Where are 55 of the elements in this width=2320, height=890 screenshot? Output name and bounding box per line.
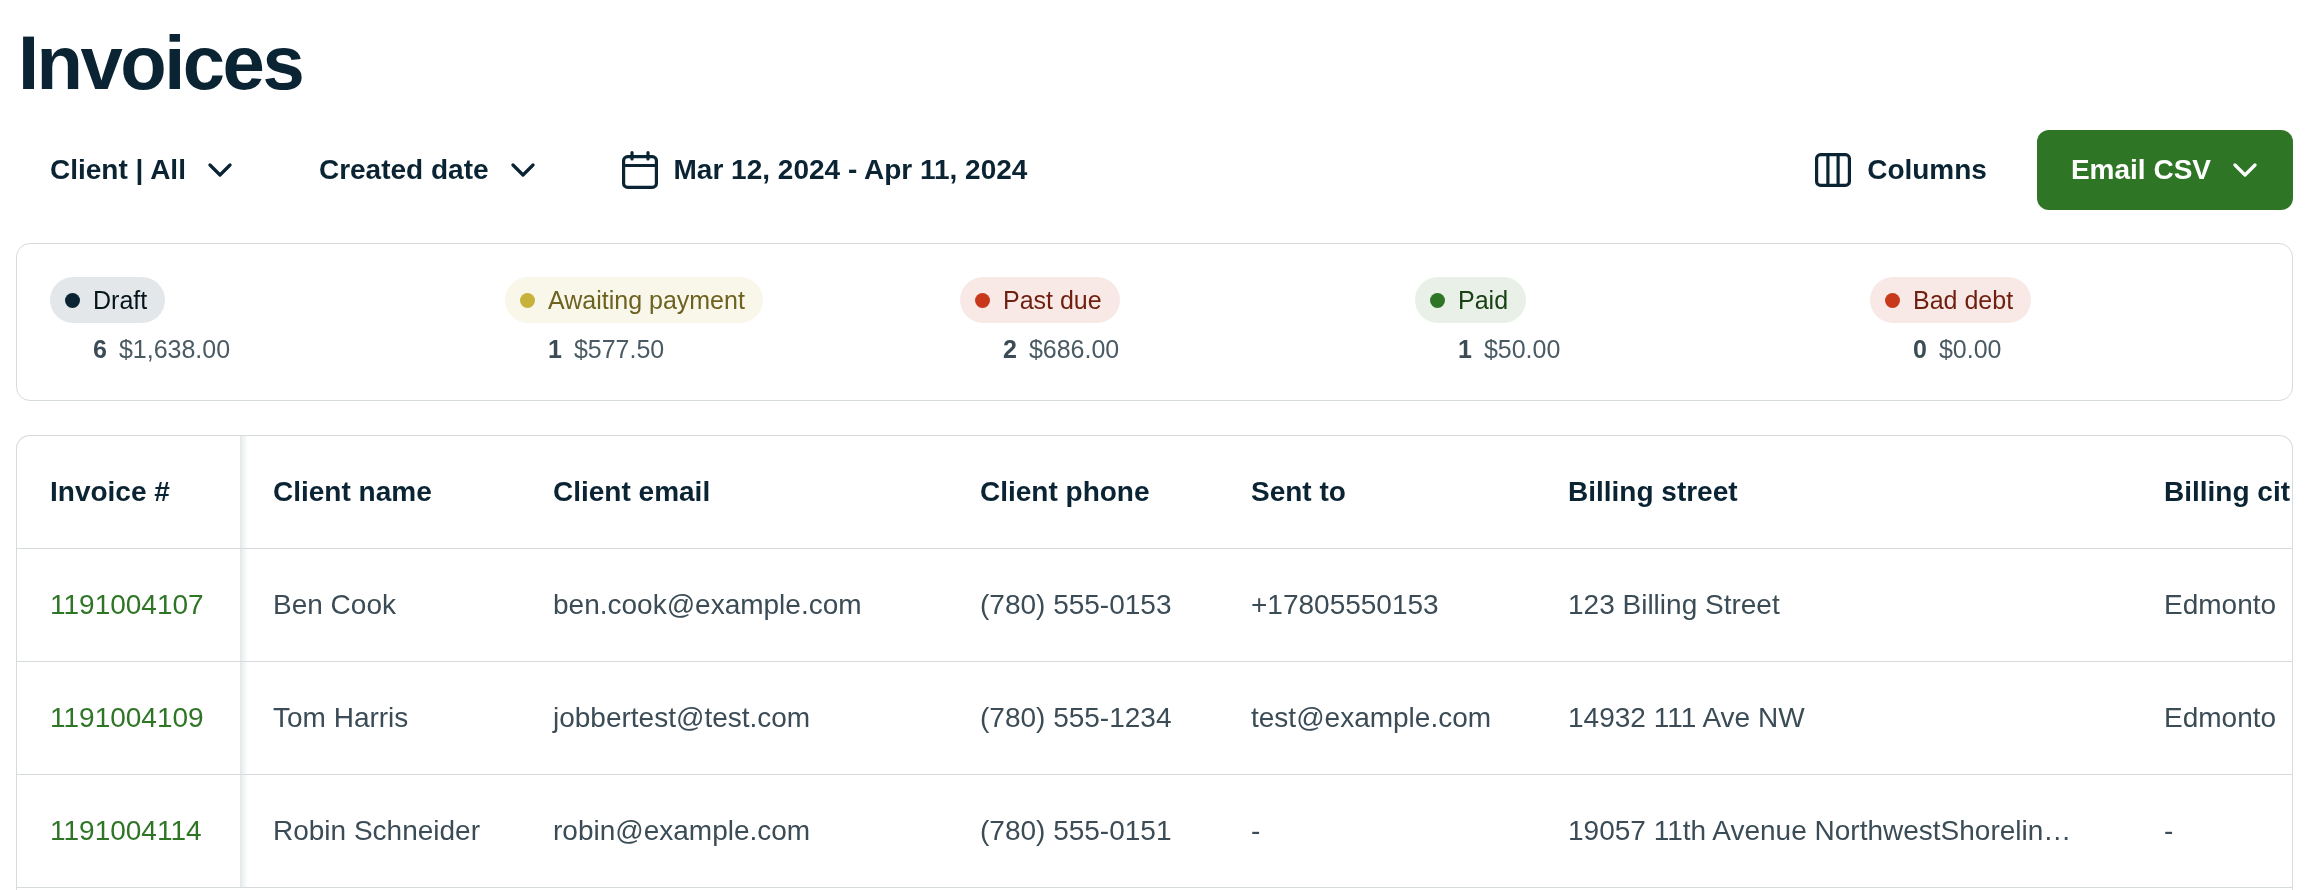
invoice-total: $686.00 bbox=[1028, 334, 1120, 364]
column-header[interactable]: Billing street bbox=[1536, 436, 2132, 548]
calendar-icon bbox=[621, 151, 658, 189]
status-pill[interactable]: Awaiting payment bbox=[505, 277, 763, 323]
status-pill[interactable]: Draft bbox=[50, 277, 166, 323]
status-pill[interactable]: Past due bbox=[960, 277, 1120, 323]
table-cell-text: robin@example.com bbox=[552, 814, 812, 848]
invoice-total: $0.00 bbox=[1938, 334, 2002, 364]
table-cell-text: Edmonto bbox=[2163, 701, 2278, 735]
invoice-number-link[interactable]: 1191004107 bbox=[50, 589, 204, 621]
invoice-count: 6 bbox=[93, 334, 107, 364]
table-cell-text: ben.cook@example.com bbox=[552, 588, 863, 622]
table-cell-text: Edmonto bbox=[2163, 588, 2278, 622]
table-cell-text: - bbox=[1250, 814, 1262, 848]
date-range-picker[interactable]: Mar 12, 2024 - Apr 11, 2024 bbox=[605, 140, 1044, 200]
column-header[interactable]: Sent to bbox=[1219, 436, 1536, 548]
status-label: Paid bbox=[1458, 285, 1509, 315]
table-cell-text: - bbox=[2163, 814, 2175, 848]
filter-dropdown[interactable]: Client | All bbox=[34, 140, 248, 200]
table-cell-text: 14932 111 Ave NW bbox=[1567, 701, 1806, 735]
invoice-count: 0 bbox=[1913, 334, 1927, 364]
table-cell-text: 19057 11th Avenue NorthwestShorelin… bbox=[1567, 814, 2073, 848]
chevron-down-icon bbox=[2233, 163, 2257, 177]
column-header[interactable]: Client email bbox=[521, 436, 948, 548]
invoice-count: 2 bbox=[1003, 334, 1017, 364]
email-csv-button[interactable]: Email CSV bbox=[2036, 130, 2293, 210]
column-header[interactable]: Client phone bbox=[948, 436, 1219, 548]
chevron-down-icon bbox=[510, 163, 535, 177]
invoice-total: $1,638.00 bbox=[118, 334, 231, 364]
table-cell-text: +17805550153 bbox=[1250, 588, 1440, 622]
invoice-number-link[interactable]: 1191004114 bbox=[50, 815, 202, 847]
status-label: Bad debt bbox=[1913, 285, 2014, 315]
invoice-total: $50.00 bbox=[1483, 334, 1561, 364]
status-label: Past due bbox=[1003, 285, 1102, 315]
status-pill[interactable]: Paid bbox=[1415, 277, 1527, 323]
table-cell-text: (780) 555-0153 bbox=[979, 588, 1173, 622]
invoice-count: 1 bbox=[548, 334, 562, 364]
invoice-number-link[interactable]: 1191004109 bbox=[50, 702, 204, 734]
invoice-total: $577.50 bbox=[573, 334, 665, 364]
table-cell-text: (780) 555-0151 bbox=[979, 814, 1173, 848]
page-title: Invoices bbox=[18, 25, 304, 101]
table-cell-text: 123 Billing Street bbox=[1567, 588, 1781, 622]
filter-dropdown[interactable]: Created date bbox=[302, 140, 551, 200]
status-label: Awaiting payment bbox=[548, 285, 745, 315]
invoice-count: 1 bbox=[1458, 334, 1472, 364]
status-pill[interactable]: Bad debt bbox=[1870, 277, 2032, 323]
chevron-down-icon bbox=[207, 163, 232, 177]
columns-button[interactable]: Columns bbox=[1799, 140, 2003, 200]
table-cell-text: test@example.com bbox=[1250, 701, 1493, 735]
columns-icon bbox=[1815, 153, 1852, 187]
column-header[interactable]: Invoice # bbox=[17, 436, 241, 548]
status-label: Draft bbox=[93, 285, 148, 315]
table-cell-text: (780) 555-1234 bbox=[979, 701, 1173, 735]
column-header[interactable]: Billing cit bbox=[2132, 436, 2292, 548]
table-cell-text: jobbertest@test.com bbox=[551, 701, 812, 735]
